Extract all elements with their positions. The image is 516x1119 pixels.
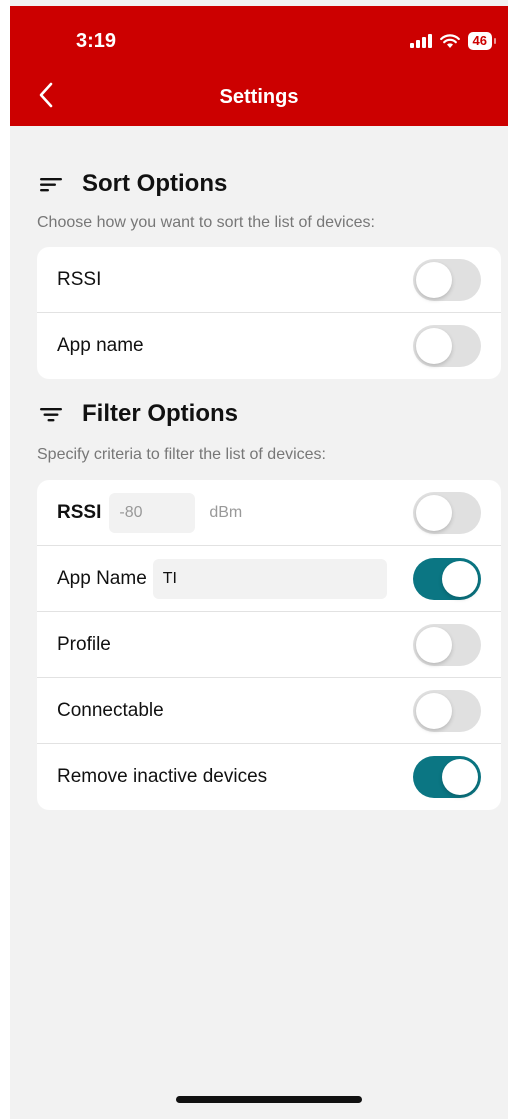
cellular-signal-icon (409, 34, 432, 48)
sort-row-app-name: App name (37, 313, 501, 379)
battery-tip (494, 38, 496, 44)
filter-options-title: Filter Options (82, 400, 238, 427)
header-bar: 3:19 46 Settings (10, 6, 508, 126)
status-time: 3:19 (76, 30, 117, 52)
sort-rssi-toggle[interactable] (413, 258, 481, 301)
sort-row-rssi: RSSI (37, 247, 501, 313)
rssi-unit-label: dBm (209, 503, 243, 521)
filter-remove-inactive-toggle[interactable] (413, 756, 481, 798)
frame-left-edge (0, 0, 10, 1119)
sort-rssi-label: RSSI (57, 268, 102, 290)
filter-rssi-label: RSSI (57, 501, 102, 523)
filter-app-name-toggle[interactable] (413, 557, 481, 600)
wifi-icon (439, 33, 460, 48)
sort-options-title: Sort Options (82, 170, 228, 197)
filter-row-app-name: App Name TI (37, 546, 501, 612)
filter-options-card: RSSI -80 dBm App Name TI Profile Connect… (37, 480, 501, 810)
filter-connectable-toggle[interactable] (413, 689, 481, 732)
filter-options-description: Specify criteria to filter the list of d… (37, 446, 326, 463)
filter-row-remove-inactive: Remove inactive devices (37, 744, 501, 810)
filter-row-profile: Profile (37, 612, 501, 678)
sort-app-name-toggle[interactable] (413, 325, 481, 367)
sort-options-heading: Sort Options (38, 170, 227, 198)
sort-icon (40, 178, 62, 192)
home-indicator[interactable] (176, 1096, 362, 1103)
filter-row-rssi: RSSI -80 dBm (37, 480, 501, 546)
sort-options-card: RSSI App name (37, 247, 501, 379)
filter-options-heading: Filter Options (38, 400, 238, 428)
status-icons: 46 (409, 32, 496, 50)
filter-app-name-label: App Name (57, 567, 147, 589)
filter-rssi-toggle[interactable] (413, 491, 481, 534)
rssi-threshold-input[interactable]: -80 (109, 492, 196, 533)
frame-right-edge (508, 0, 516, 1119)
app-name-input[interactable]: TI (152, 558, 387, 599)
filter-row-connectable: Connectable (37, 678, 501, 744)
filter-icon (40, 408, 62, 422)
sort-options-description: Choose how you want to sort the list of … (37, 214, 375, 231)
filter-remove-inactive-label: Remove inactive devices (57, 766, 268, 787)
filter-profile-label: Profile (57, 633, 111, 655)
battery-icon: 46 (467, 32, 492, 50)
page-title: Settings (219, 86, 299, 108)
filter-profile-toggle[interactable] (413, 623, 481, 666)
sort-app-name-label: App name (57, 335, 144, 356)
filter-connectable-label: Connectable (57, 699, 164, 721)
